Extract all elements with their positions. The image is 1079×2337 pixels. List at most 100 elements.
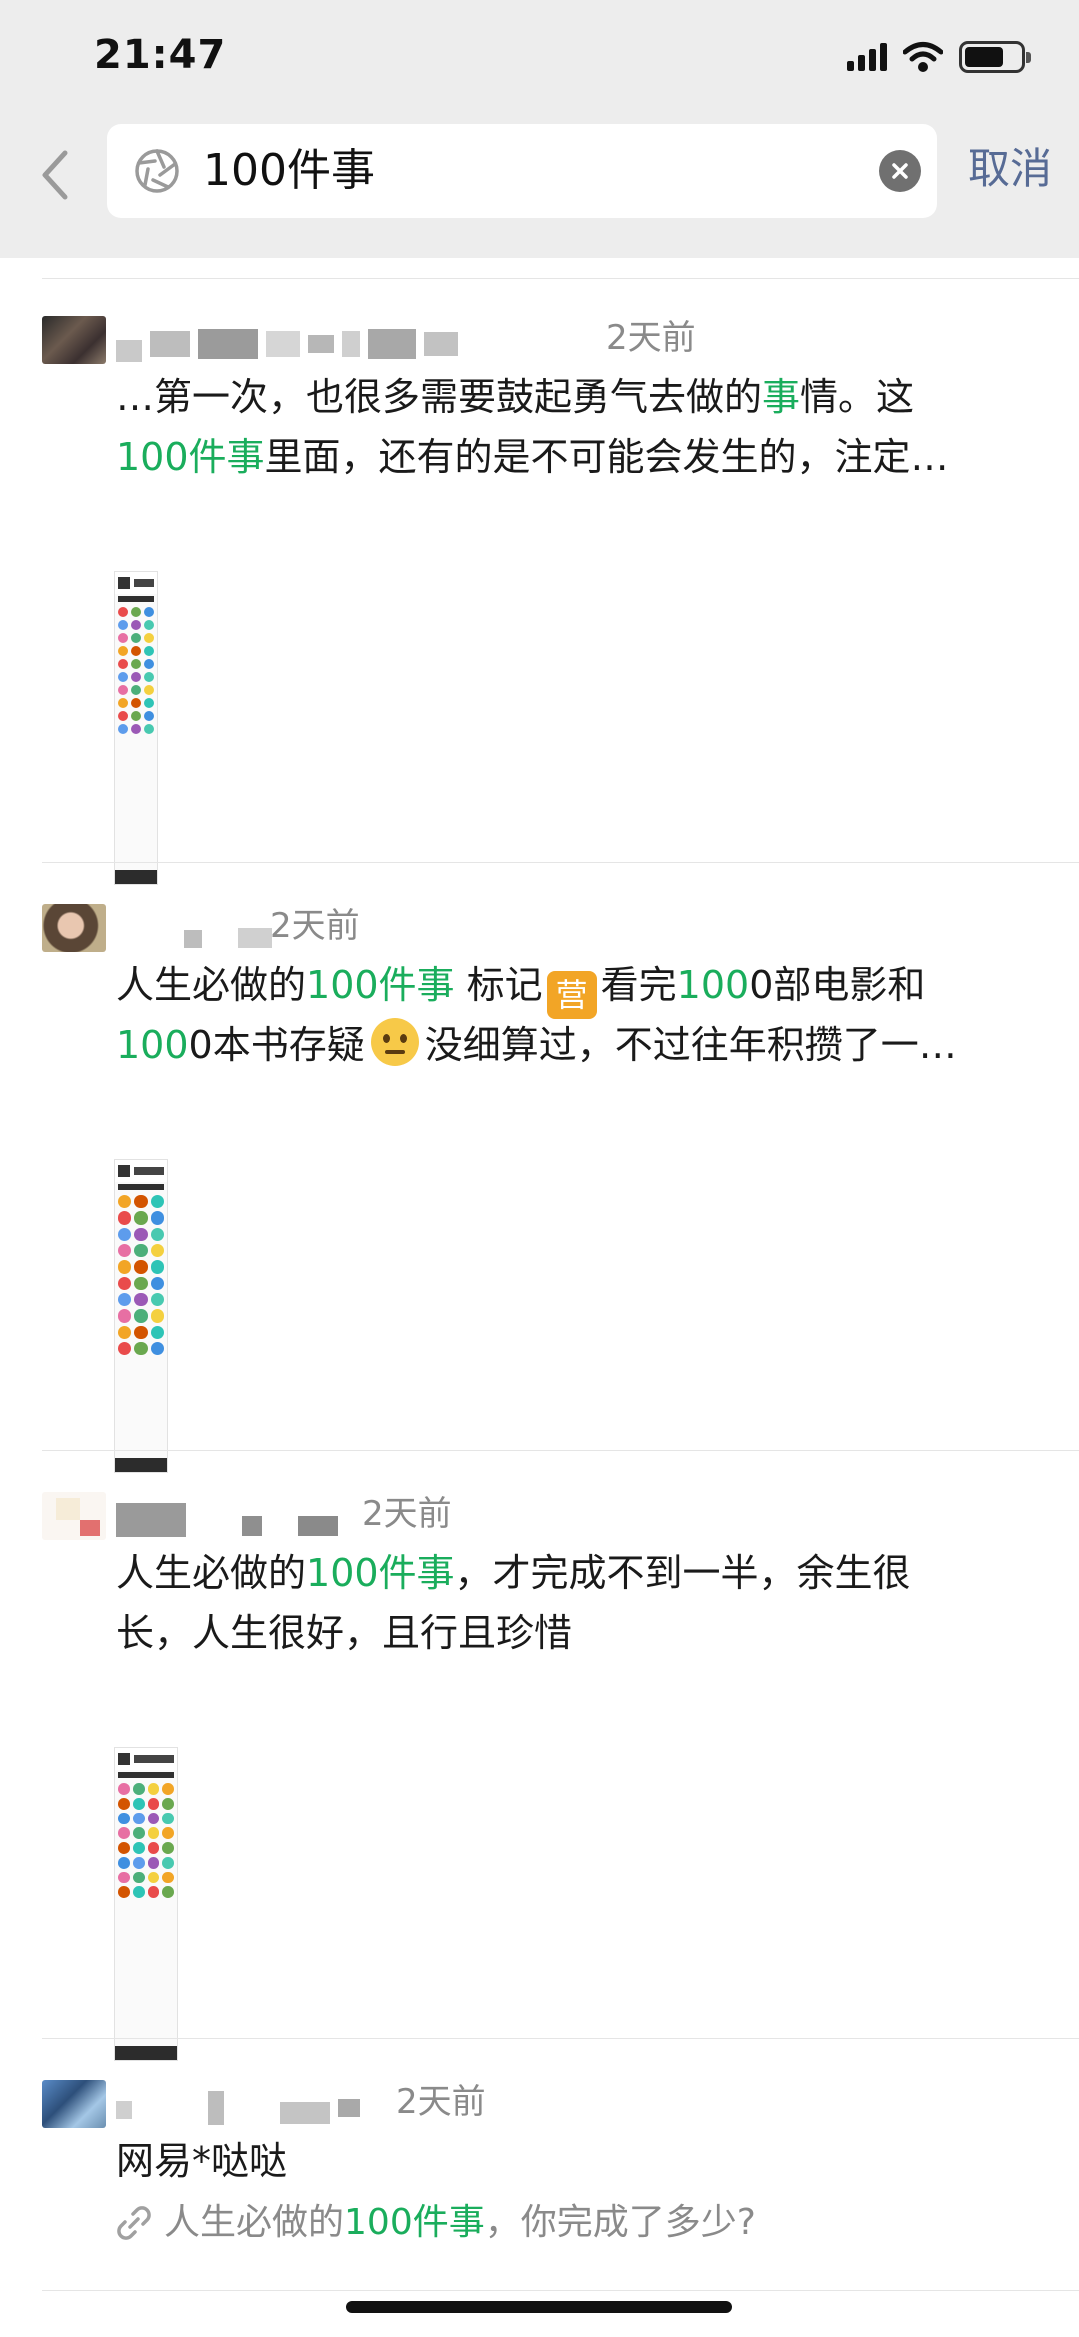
thumbnail-dot [118, 685, 128, 695]
thumbnail-dot [118, 1292, 132, 1307]
thumbnail-dot [118, 1260, 132, 1274]
results-feed: 2天前 …第一次，也很多需要鼓起勇气去做的事情。这 100件事里面，还有的是不可… [0, 258, 1079, 2337]
avatar[interactable] [42, 2080, 106, 2128]
thumbnail-dot [131, 646, 141, 656]
avatar[interactable] [42, 904, 106, 952]
thumbnail-dot [144, 659, 154, 669]
avatar[interactable] [42, 1492, 106, 1540]
highlight-keyword: 事 [762, 375, 801, 419]
search-input[interactable]: 100件事 [203, 146, 375, 196]
link-title: 人生必做的100件事，你完成了多少? [164, 2200, 756, 2246]
thumbnail-dot [132, 1812, 145, 1825]
thumbnail-dot [162, 1871, 174, 1884]
thumbnail-dot [132, 1827, 145, 1839]
thumbnail-dot [118, 1243, 132, 1258]
wifi-icon [903, 42, 943, 72]
text-segment: 情。这 [800, 375, 915, 419]
cellular-signal-icon [847, 43, 887, 71]
thumbnail-dot [134, 1325, 148, 1339]
thumbnail-dot [131, 607, 141, 617]
thumbnail-dot [162, 1797, 174, 1810]
thumbnail-dot [144, 607, 154, 617]
thumbnail-dot [118, 1211, 132, 1225]
text-segment: 人生必做的 [116, 963, 307, 1007]
thumbnail-dot [150, 1309, 164, 1323]
clear-x-icon [892, 163, 908, 179]
thumbnail-dot [147, 1783, 160, 1795]
thumbnail-dot [150, 1195, 164, 1209]
search-box[interactable]: 100件事 [107, 124, 937, 218]
highlight-keyword: 100件事 [116, 435, 265, 479]
divider [42, 278, 1079, 279]
thumbnail-dot [118, 633, 128, 643]
post-image-thumbnail[interactable] [114, 1747, 178, 2061]
back-button[interactable] [32, 148, 76, 202]
link-icon [117, 2206, 151, 2240]
highlight-keyword: 100件事 [306, 1551, 455, 1595]
clear-search-button[interactable] [879, 150, 921, 192]
text-segment: ，你完成了多少? [484, 2202, 756, 2243]
thumbnail-dot [131, 724, 141, 734]
thumbnail-dot [131, 685, 141, 695]
thumbnail-dot [147, 1856, 160, 1869]
thumbnail-dot [118, 1886, 130, 1898]
thumbnail-dot [147, 1812, 160, 1825]
thumbnail-dot [118, 724, 128, 734]
post-text-line: 人生必做的100件事 标记营看完1000部电影和 [116, 956, 925, 1019]
thumbnail-dot [131, 711, 141, 721]
thumbnail-dot [134, 1292, 148, 1307]
thumbnail-dot [118, 672, 128, 682]
status-time: 21:47 [94, 32, 227, 78]
post-image-thumbnail[interactable] [114, 1159, 168, 1473]
thumbnail-dot [132, 1871, 145, 1884]
thumbnail-dot [134, 1309, 148, 1323]
thumbnail-dot [150, 1276, 164, 1290]
thumbnail-dot [132, 1783, 145, 1795]
post-time: 2天前 [606, 318, 696, 358]
thumbnail-dot [144, 620, 154, 630]
thumbnail-dot [147, 1827, 160, 1839]
thumbnail-dot [134, 1227, 148, 1241]
thumbnail-dot [134, 1195, 148, 1209]
divider [42, 862, 1079, 863]
thumbnail-dot [144, 672, 154, 682]
avatar[interactable] [42, 316, 106, 364]
thumbnail-dot [162, 1842, 174, 1854]
thumbnail-dot [118, 698, 128, 708]
thumbnail-dot [162, 1856, 174, 1869]
shared-link[interactable]: 人生必做的100件事，你完成了多少? [114, 2200, 756, 2246]
thumbnail-dot [134, 1243, 148, 1258]
thumbnail-dot [118, 1871, 130, 1884]
status-icons [847, 40, 1031, 74]
post-time: 2天前 [396, 2082, 486, 2122]
thumbnail-dot [132, 1886, 145, 1898]
thumbnail-dot [150, 1341, 164, 1356]
home-indicator[interactable] [346, 2301, 732, 2313]
thumbnail-dot [132, 1842, 145, 1854]
thumbnail-dot [131, 633, 141, 643]
post-image-thumbnail[interactable] [114, 571, 158, 885]
text-segment: 0部电影和 [749, 963, 926, 1007]
battery-icon [959, 41, 1031, 73]
post-time: 2天前 [270, 906, 360, 946]
thumbnail-dot [118, 607, 128, 617]
post-time: 2天前 [362, 1494, 452, 1534]
highlight-keyword: 100件事 [306, 963, 455, 1007]
raised-eyebrow-emoji-icon [370, 1018, 419, 1066]
thumbnail-dot [150, 1260, 164, 1274]
thumbnail-dot [147, 1871, 160, 1884]
post-text-line: 1000本书存疑 没细算过，不过往年积攒了一… [116, 1016, 957, 1075]
thumbnail-dot [118, 1827, 130, 1839]
divider [42, 2038, 1079, 2039]
thumbnail-dot [118, 1783, 130, 1795]
thumbnail-dot [144, 724, 154, 734]
text-segment: 里面，还有的是不可能会发生的，注定… [264, 435, 949, 479]
cancel-button[interactable]: 取消 [968, 144, 1052, 194]
thumbnail-dot [118, 1325, 132, 1339]
thumbnail-dot [134, 1260, 148, 1274]
text-segment: 标记 [454, 963, 543, 1007]
thumbnail-dot [150, 1292, 164, 1307]
author-name-masked [116, 912, 272, 952]
thumbnail-dot [131, 620, 141, 630]
thumbnail-dot [162, 1783, 174, 1795]
